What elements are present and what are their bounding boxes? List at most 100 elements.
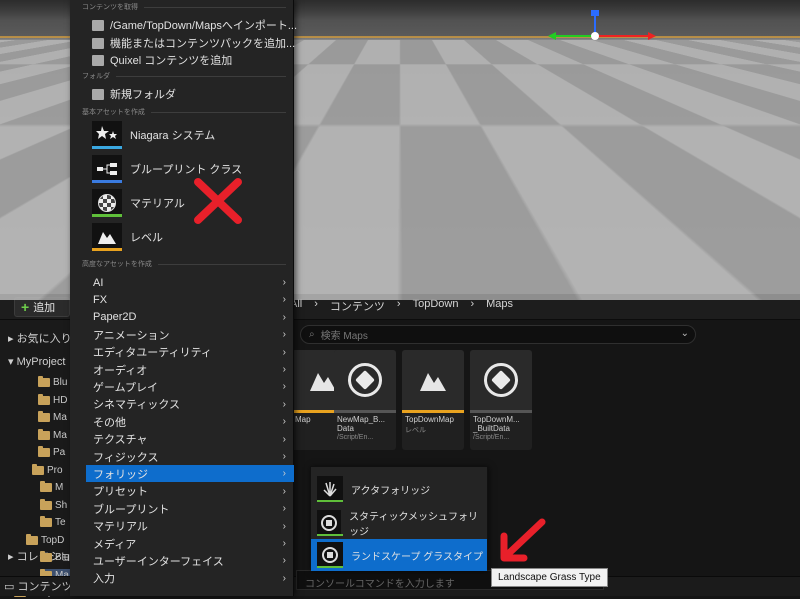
submenu-item-static-mesh-foliage[interactable]: スタティックメッシュフォリッジ [311,507,487,539]
breadcrumb-content[interactable]: コンテンツ [330,298,385,314]
content-drawer-tab[interactable]: ▭ コンテンツ [4,578,72,594]
menu-item-new-folder[interactable]: 新規フォルダ [92,86,176,102]
submenu-category-9[interactable]: テクスチャ › [86,431,294,448]
content-pack-icon [92,37,104,49]
menu-item-level[interactable]: レベル [92,223,292,251]
breadcrumb: All › コンテンツ › TopDown › Maps [290,298,514,314]
chevron-right-icon: › [282,572,286,584]
chevron-right-icon: › [282,555,286,567]
section-folder: フォルダ [82,71,286,81]
submenu-category-16[interactable]: ユーザーインターフェイス › [86,552,294,569]
chevron-right-icon: › [282,520,286,532]
submenu-category-4[interactable]: エディタユーティリティ › [86,344,294,361]
static-mesh-foliage-icon [317,510,343,536]
menu-item-niagara-system[interactable]: Niagara システム [92,121,292,149]
submenu-category-15[interactable]: メディア › [86,535,294,552]
red-cross-annotation [194,178,242,224]
actor-foliage-icon [317,476,343,502]
tree-folder-item[interactable]: Blu [40,551,70,564]
blueprint-icon [92,155,122,183]
folder-icon [38,393,50,405]
chevron-right-icon: › [282,346,286,358]
chevron-right-icon: › [282,503,286,515]
chevron-right-icon: › [282,451,286,462]
submenu-category-3[interactable]: アニメーション › [86,326,294,343]
menu-item-import[interactable]: /Game/TopDown/Mapsへインポート... [92,17,297,33]
submenu-category-11[interactable]: フォリッジ › [86,465,294,483]
transform-gizmo-icon[interactable] [548,8,658,42]
submenu-category-6[interactable]: ゲームプレイ › [86,378,294,395]
folder-icon [26,533,38,545]
level-icon [92,223,122,251]
tree-folder-item[interactable]: Ma [38,411,70,424]
tree-folder-item[interactable]: Pro [32,463,70,477]
menu-item-quixel[interactable]: Quixel コンテンツを追加 [92,52,232,68]
tree-folder-item[interactable]: M [40,481,70,494]
tooltip: Landscape Grass Type [491,568,608,587]
folder-icon [40,551,52,562]
breadcrumb-topdown[interactable]: TopDown [413,298,459,314]
submenu-category-13[interactable]: ブループリント › [86,500,294,517]
chevron-right-icon: › [282,485,286,497]
submenu-item-actor-foliage[interactable]: アクタフォリッジ [311,473,487,505]
chevron-right-icon: › [282,311,286,323]
tree-folder-item[interactable]: Pa [38,446,70,459]
tree-folder-item[interactable]: Blu [38,376,70,389]
chevron-right-icon: › [282,398,286,410]
asset-tile[interactable]: TopDownM... _BuiltData /Script/En... [470,350,532,450]
chevron-right-icon: › [282,294,286,306]
chevron-right-icon: › [282,468,286,480]
object-icon [348,363,382,397]
submenu-category-0[interactable]: AI › [86,274,294,291]
landscape-grass-icon [317,542,343,568]
submenu-category-5[interactable]: オーディオ › [86,361,294,378]
submenu-category-14[interactable]: マテリアル › [86,518,294,535]
tree-folder-item[interactable]: HD [38,393,70,407]
add-button[interactable]: + 追加 [14,297,70,317]
niagara-icon [92,121,122,149]
search-input[interactable]: ⌕ 検索 Maps ⌄ [300,325,696,344]
folder-icon [40,516,52,527]
folder-icon [40,498,52,510]
section-advanced-assets: 高度なアセットを作成 [82,259,286,269]
quixel-icon [92,54,104,66]
level-icon [420,373,446,391]
red-arrow-annotation [500,518,546,562]
object-icon [484,363,518,397]
submenu-item-landscape-grass-type[interactable]: ランドスケープ グラスタイプ [311,539,487,571]
menu-item-add-content-pack[interactable]: 機能またはコンテンツパックを追加... [92,35,295,51]
foliage-submenu: アクタフォリッジ スタティックメッシュフォリッジ ランドスケープ グラスタイプ [310,466,488,571]
new-folder-icon [92,88,104,100]
tree-folder-item[interactable]: TopD [26,533,70,547]
tree-folder-item[interactable]: Te [40,516,70,529]
chevron-right-icon: › [282,416,286,428]
plus-icon: + [21,299,30,315]
asset-tile[interactable]: TopDownMap レベル [402,350,464,450]
tree-folder-item[interactable]: Ma [38,428,70,442]
folder-icon [38,376,50,387]
submenu-category-10[interactable]: フィジックス › [86,448,294,465]
asset-tile[interactable]: NewMap_B... Data /Script/En... [334,350,396,450]
search-icon: ⌕ [309,329,315,340]
tree-folder-item[interactable]: Sh [40,498,70,512]
folder-icon [38,446,50,457]
favorites-header[interactable]: ▸ お気に入り [8,330,72,346]
folder-icon [38,411,50,422]
chevron-right-icon: › [282,364,286,375]
folder-icon [40,481,52,492]
chevron-down-icon[interactable]: ⌄ [681,328,689,339]
submenu-category-17[interactable]: 入力 › [86,570,294,587]
submenu-category-2[interactable]: Paper2D › [86,309,294,326]
submenu-category-7[interactable]: シネマティックス › [86,396,294,413]
submenu-category-1[interactable]: FX › [86,291,294,308]
import-icon [92,19,104,31]
submenu-category-12[interactable]: プリセット › [86,483,294,500]
submenu-category-8[interactable]: その他 › [86,413,294,430]
chevron-right-icon: › [282,277,286,288]
breadcrumb-maps[interactable]: Maps [486,298,513,314]
project-header[interactable]: ▾ MyProject [8,355,65,368]
section-basic-assets: 基本アセットを作成 [82,107,286,117]
asset-grid: Map NewMap_B... Data /Script/En... TopDo… [292,350,800,460]
section-get-content: コンテンツを取得 [82,2,286,12]
add-button-label: 追加 [33,302,56,314]
